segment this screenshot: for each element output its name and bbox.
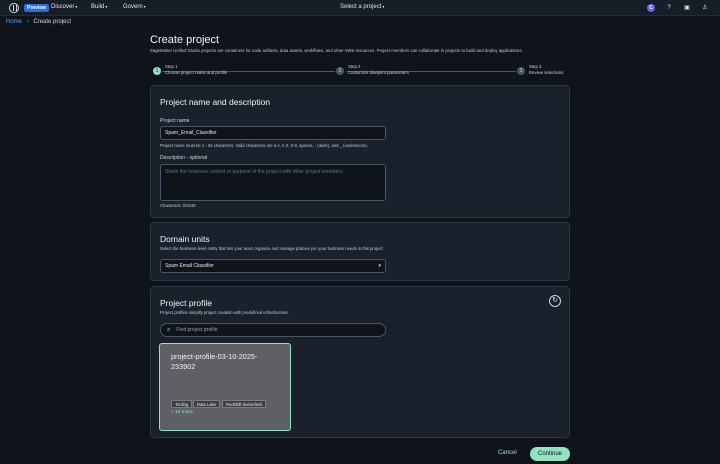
wizard-steps: 1 Step 1 Choose project name and profile … — [150, 63, 570, 83]
project-name-input[interactable]: Spam_Email_Classifier — [160, 126, 386, 140]
profile-tag: Redshift Serverless — [222, 400, 267, 408]
breadcrumb-separator-icon: › — [26, 19, 29, 25]
project-name-label: Project name — [160, 118, 190, 124]
step-2-text: Step 2 Customize blueprint parameters — [348, 64, 409, 75]
breadcrumb-current: Create project — [33, 19, 72, 25]
project-selector[interactable]: Select a project▾ — [340, 4, 384, 10]
step-1-indicator: 1 — [153, 67, 161, 75]
step-1-text[interactable]: Step 1 Choose project name and profile — [165, 64, 227, 76]
page-title: Create project — [150, 34, 220, 46]
section-title: Project name and description — [160, 97, 271, 107]
profile-search-input[interactable]: ⌕ Find project profile — [160, 323, 386, 337]
search-icon: ⌕ — [167, 326, 171, 333]
refresh-icon[interactable]: ↻ — [549, 295, 561, 307]
section-title: Domain units — [160, 234, 210, 244]
chevron-down-icon: ▾ — [143, 4, 146, 9]
breadcrumb: Home › Create project — [6, 19, 71, 25]
project-profile-section: Project profile Project profiles simplif… — [150, 286, 570, 438]
domain-units-section: Domain units Select the business-level e… — [150, 222, 570, 281]
top-navigation-bar: Preview Discover▾ Build▾ Govern▾ Select … — [0, 0, 720, 16]
chevron-down-icon: ▾ — [382, 4, 385, 9]
continue-button[interactable]: Continue — [530, 447, 570, 461]
nav-govern[interactable]: Govern▾ — [123, 4, 146, 10]
sagemaker-logo-icon[interactable] — [9, 3, 19, 13]
step-3-indicator: 3 — [517, 67, 525, 75]
nav-discover[interactable]: Discover▾ — [51, 4, 77, 10]
cancel-button[interactable]: Cancel — [498, 450, 517, 456]
chevron-down-icon: ▾ — [75, 4, 78, 9]
help-icon[interactable]: ? — [665, 4, 673, 12]
character-count: Characters: 0/2048 — [160, 203, 196, 208]
step-3-text: Step 3 Review selections — [529, 64, 564, 75]
section-title: Project profile — [160, 298, 212, 308]
project-name-section: Project name and description Project nam… — [150, 85, 570, 218]
profile-tag: Data Lake — [193, 400, 221, 408]
description-label: Description - optional — [160, 155, 207, 161]
profile-icon[interactable]: ♙ — [701, 4, 709, 12]
project-name-hint: Project name must be 1 - 64 characters. … — [160, 143, 368, 148]
nav-build[interactable]: Build▾ — [91, 4, 107, 10]
chevron-down-icon: ▾ — [105, 4, 108, 9]
description-textarea[interactable]: Share the business context or purpose of… — [160, 164, 386, 201]
user-avatar-icon[interactable]: C — [647, 4, 655, 12]
breadcrumb-home-link[interactable]: Home — [6, 19, 22, 25]
domain-units-description: Select the business-level entity that le… — [160, 246, 384, 251]
project-profile-description: Project profiles simplify project creati… — [160, 310, 289, 315]
step-2-indicator: 2 — [336, 67, 344, 75]
domain-unit-select[interactable]: Spam Email Classifier ▾ — [160, 259, 386, 273]
preview-badge: Preview — [24, 4, 49, 12]
profile-name: project-profile-03-10-2025-233902 — [171, 352, 258, 371]
feedback-icon[interactable]: ▣ — [683, 4, 691, 12]
profile-tag: Tooling — [171, 400, 193, 408]
profile-card[interactable]: project-profile-03-10-2025-233902 Toolin… — [159, 343, 291, 431]
caret-down-icon: ▾ — [378, 263, 381, 269]
more-tags-link[interactable]: + 12 more — [171, 410, 193, 415]
page-description: SageMaker Unified Studio projects are co… — [150, 48, 523, 53]
